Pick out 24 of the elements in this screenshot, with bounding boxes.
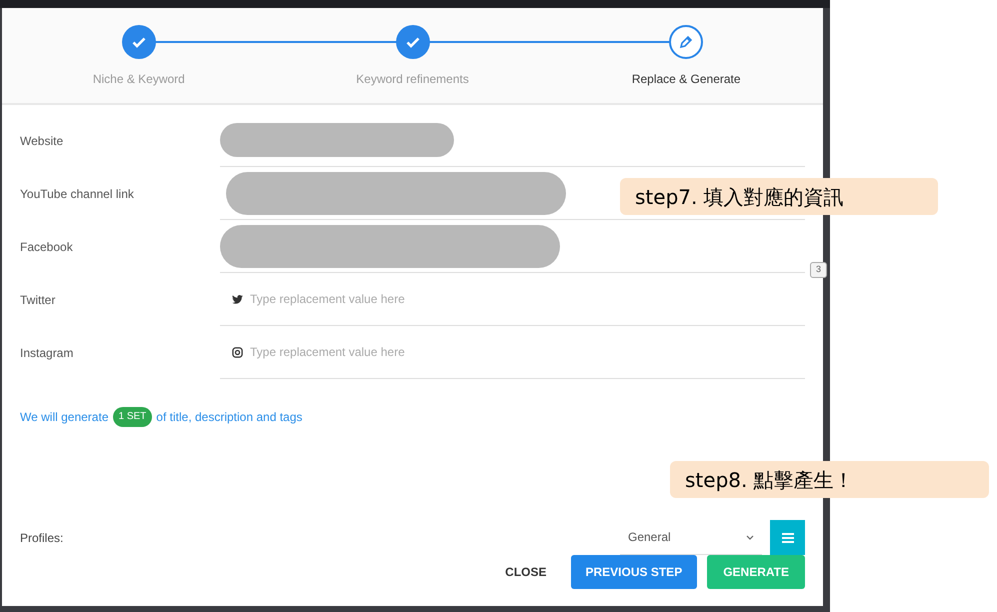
- generate-note: of title, description and tags: [156, 409, 302, 426]
- step-label: Niche & Keyword: [92, 71, 185, 88]
- field-label: Instagram: [20, 344, 74, 362]
- bird-icon: [232, 294, 243, 304]
- menu-button[interactable]: [770, 520, 805, 555]
- camera-icon: [232, 346, 243, 358]
- input-field[interactable]: Type replacement value here: [250, 284, 805, 314]
- annotation-callout: step8. 點擊產生！: [670, 461, 989, 498]
- step-label: Keyword refinements: [356, 71, 469, 88]
- chevron-down-icon: [746, 534, 754, 540]
- annotation-callout: step7. 填入對應的資訊: [620, 178, 938, 215]
- field-label: Facebook: [20, 238, 74, 256]
- generate-note: We will generate: [20, 409, 108, 426]
- field-label: Twitter: [20, 292, 56, 308]
- count-badge: 1 SET: [112, 407, 152, 427]
- field-label: YouTube channel link: [20, 186, 135, 202]
- field-label: Website: [20, 132, 64, 150]
- menu-icon: [782, 532, 794, 542]
- count-badge: 3: [810, 262, 827, 278]
- close-button[interactable]: CLOSE: [491, 555, 560, 589]
- step-label: Replace & Generate: [632, 71, 741, 88]
- previous-step-button[interactable]: PREVIOUS STEP: [570, 555, 698, 589]
- profiles-label: Profiles:: [20, 530, 64, 546]
- input-field[interactable]: Type replacement value here: [250, 337, 805, 367]
